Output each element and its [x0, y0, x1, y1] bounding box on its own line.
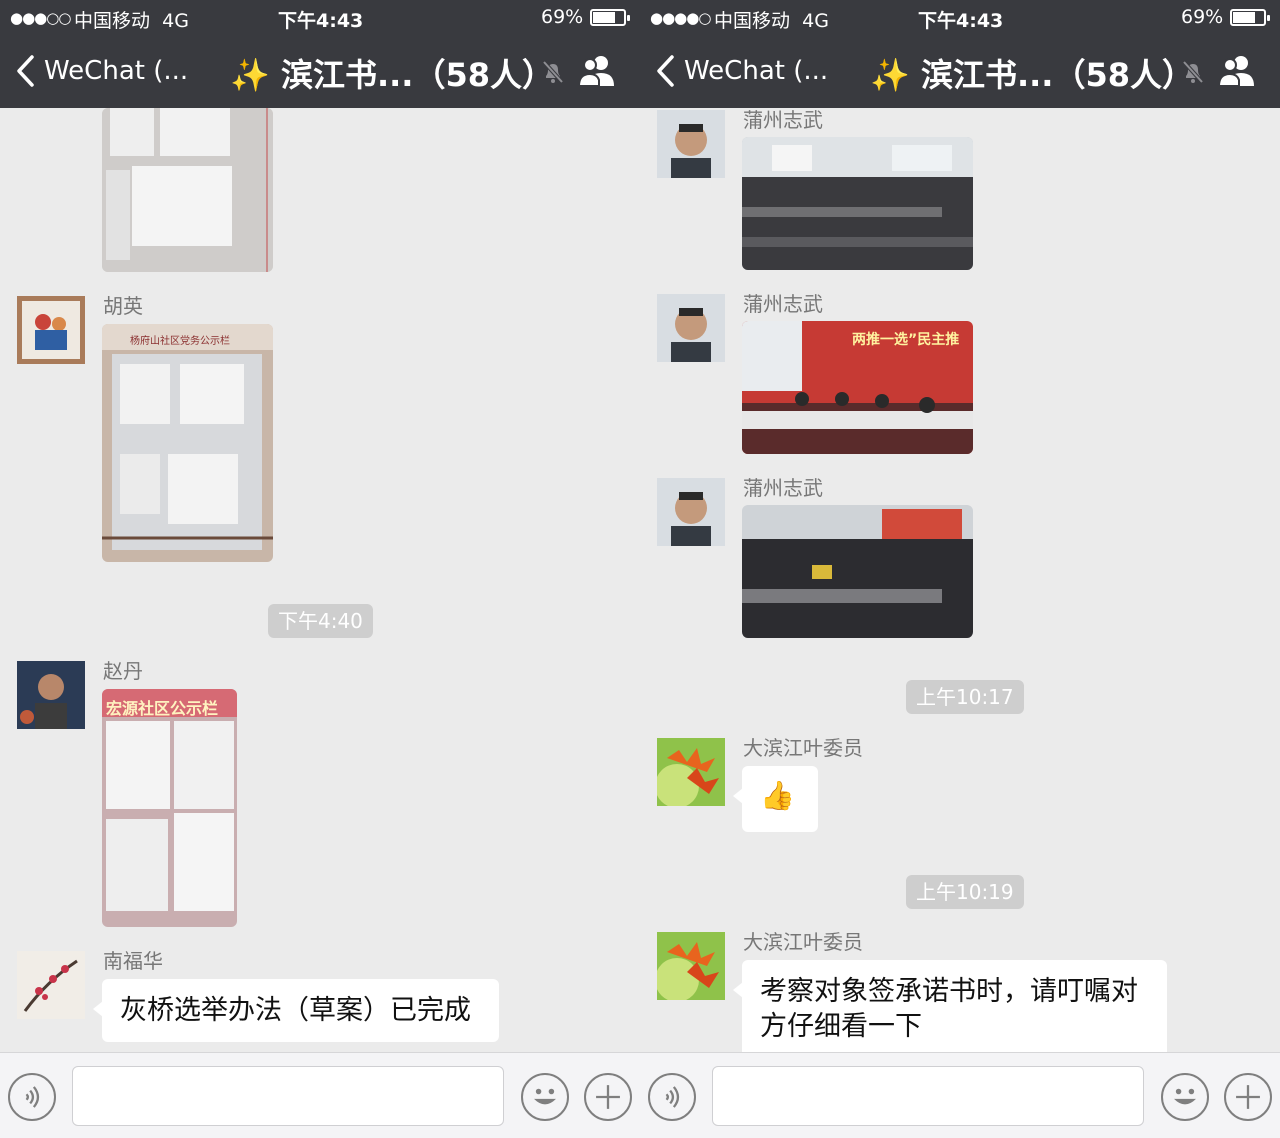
voice-icon[interactable]: [8, 1073, 56, 1121]
timestamp: 下午4:40: [268, 604, 373, 638]
plus-icon[interactable]: [1224, 1073, 1272, 1121]
battery-icon: [1230, 9, 1270, 26]
image-message[interactable]: [742, 505, 973, 638]
avatar[interactable]: [657, 478, 725, 546]
meeting-photo: [742, 137, 973, 270]
group-members-icon[interactable]: [1218, 54, 1256, 88]
notice-board-photo: [102, 689, 237, 927]
avatar[interactable]: [17, 951, 85, 1019]
clock: 下午4:43: [918, 10, 1004, 32]
input-bar: [0, 1052, 640, 1138]
back-button[interactable]: WeChat (...: [44, 56, 188, 86]
mute-bell-icon: [542, 60, 564, 84]
screenshot-stage: ●●●○○ 中国移动 4G 下午4:43 69% WeChat (... ✨ 滨…: [0, 0, 1280, 1138]
timestamp: 上午10:17: [906, 680, 1024, 714]
carrier-label: 中国移动 4G: [74, 10, 189, 32]
message-input[interactable]: [72, 1066, 504, 1126]
mute-bell-icon: [1182, 60, 1204, 84]
avatar[interactable]: [657, 738, 725, 806]
chat-title: ✨ 滨江书...（58人）: [870, 56, 1194, 94]
emoji-icon[interactable]: [1161, 1073, 1209, 1121]
sender-name: 胡英: [103, 294, 143, 318]
text-message[interactable]: 考察对象签承诺书时，请叮嘱对方仔细看一下: [733, 960, 1167, 1052]
left-phone-screen: ●●●○○ 中国移动 4G 下午4:43 69% WeChat (... ✨ 滨…: [0, 0, 640, 1138]
meeting-photo: [742, 505, 973, 638]
sender-name: 蒲州志武: [743, 292, 823, 316]
message-input[interactable]: [712, 1066, 1144, 1126]
battery-percent: 69%: [1181, 6, 1224, 28]
battery-percent: 69%: [541, 6, 584, 28]
avatar[interactable]: [657, 932, 725, 1000]
notice-board-photo: [102, 324, 273, 562]
chat-title: ✨ 滨江书...（58人）: [230, 56, 554, 94]
carrier-label: 中国移动 4G: [714, 10, 829, 32]
back-button[interactable]: WeChat (...: [684, 56, 828, 86]
plus-icon[interactable]: [584, 1073, 632, 1121]
status-bar: ●●●○○ 中国移动 4G 下午4:43 69%: [0, 0, 640, 36]
sender-name: 南福华: [103, 949, 163, 973]
image-message[interactable]: [742, 137, 973, 270]
image-caption: 杨府山社区党务公示栏: [130, 336, 230, 347]
chat-area[interactable]: 胡英 杨府山社区党务公示栏 下午4:40 赵丹 宏源社区公示栏 南福华 灰桥选举…: [0, 108, 640, 1052]
input-bar: [640, 1052, 1280, 1138]
signal-dots: ●●●○○: [10, 9, 71, 27]
avatar[interactable]: [17, 661, 85, 729]
sender-name: 大滨江叶委员: [743, 930, 863, 954]
top-bar: ●●●●○ 中国移动 4G 下午4:43 69% WeChat (... ✨ 滨…: [640, 0, 1280, 108]
image-message[interactable]: [102, 108, 273, 272]
thumbs-up-icon[interactable]: 👍: [733, 766, 818, 832]
avatar[interactable]: [657, 294, 725, 362]
avatar[interactable]: [657, 110, 725, 178]
image-message[interactable]: 两推一选”民主推: [742, 321, 973, 454]
group-members-icon[interactable]: [578, 54, 616, 88]
status-bar: ●●●●○ 中国移动 4G 下午4:43 69%: [640, 0, 1280, 36]
image-message[interactable]: 宏源社区公示栏: [102, 689, 237, 927]
battery-icon: [590, 9, 630, 26]
top-bar: ●●●○○ 中国移动 4G 下午4:43 69% WeChat (... ✨ 滨…: [0, 0, 640, 108]
voice-icon[interactable]: [648, 1073, 696, 1121]
sender-name: 大滨江叶委员: [743, 736, 863, 760]
nav-bar: WeChat (... ✨ 滨江书...（58人）: [640, 40, 1280, 106]
emoji-icon[interactable]: [521, 1073, 569, 1121]
nav-bar: WeChat (... ✨ 滨江书...（58人）: [0, 40, 640, 106]
back-chevron-icon[interactable]: [14, 54, 36, 88]
text-message[interactable]: 灰桥选举办法（草案）已完成: [93, 979, 499, 1042]
right-phone-screen: ●●●●○ 中国移动 4G 下午4:43 69% WeChat (... ✨ 滨…: [640, 0, 1280, 1138]
image-caption: 宏源社区公示栏: [106, 699, 219, 718]
signal-dots: ●●●●○: [650, 9, 711, 27]
avatar[interactable]: [17, 296, 85, 364]
sender-name: 赵丹: [103, 659, 143, 683]
image-message[interactable]: 杨府山社区党务公示栏: [102, 324, 273, 562]
sender-name: 蒲州志武: [743, 108, 823, 132]
clock: 下午4:43: [278, 10, 364, 32]
back-chevron-icon[interactable]: [654, 54, 676, 88]
timestamp: 上午10:19: [906, 875, 1024, 909]
chat-area[interactable]: 蒲州志武 蒲州志武 两推一选”民主推 蒲州志武 上午10:17 大滨江叶委员 👍…: [640, 108, 1280, 1052]
notice-board-photo: [102, 108, 273, 272]
banner-text: 两推一选”民主推: [852, 332, 960, 348]
sender-name: 蒲州志武: [743, 476, 823, 500]
